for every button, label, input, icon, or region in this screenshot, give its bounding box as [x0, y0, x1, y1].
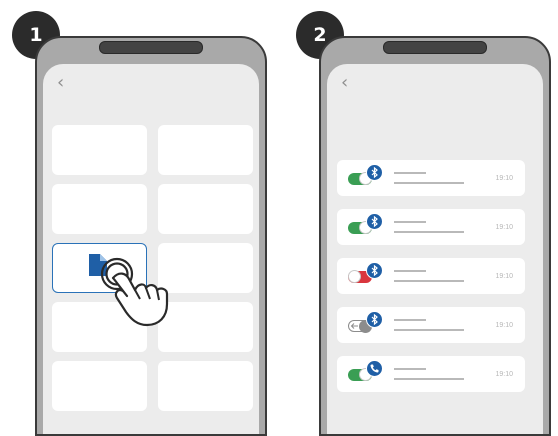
device-row[interactable]: 19:10 [337, 307, 525, 343]
grid-tile[interactable] [158, 184, 253, 234]
device-row[interactable]: 19:10 [337, 356, 525, 392]
phone-screen-grid: ‹ [43, 64, 259, 434]
device-detail-placeholder [394, 231, 464, 233]
phone-step-1: ‹ [35, 36, 267, 436]
grid-tile[interactable] [52, 184, 147, 234]
phone-speaker [99, 41, 203, 54]
bluetooth-icon [366, 164, 383, 181]
back-chevron-icon[interactable]: ‹ [341, 74, 355, 92]
device-detail-placeholder [394, 280, 464, 282]
phone-screen-device-list: ‹ 19:10 19:10 19:10 19:10 19:10 [327, 64, 543, 434]
device-time: 19:10 [495, 273, 513, 280]
bluetooth-icon [366, 262, 383, 279]
bluetooth-icon [366, 311, 383, 328]
device-detail-placeholder [394, 329, 464, 331]
grid-tile[interactable] [158, 361, 253, 411]
arrow-left-icon [350, 323, 358, 329]
back-chevron-icon[interactable]: ‹ [57, 74, 71, 92]
device-name-placeholder [394, 270, 426, 272]
device-name-placeholder [394, 368, 426, 370]
phone-step-2: ‹ 19:10 19:10 19:10 19:10 19:10 [319, 36, 551, 436]
device-name-placeholder [394, 221, 426, 223]
device-detail-placeholder [394, 378, 464, 380]
tap-hand-icon [100, 257, 169, 327]
bluetooth-icon [366, 213, 383, 230]
grid-tile[interactable] [158, 125, 253, 175]
device-row[interactable]: 19:10 [337, 160, 525, 196]
device-name-placeholder [394, 319, 426, 321]
device-time: 19:10 [495, 371, 513, 378]
device-row[interactable]: 19:10 [337, 209, 525, 245]
phone-speaker [383, 41, 487, 54]
device-time: 19:10 [495, 224, 513, 231]
device-row[interactable]: 19:10 [337, 258, 525, 294]
grid-tile[interactable] [52, 125, 147, 175]
device-time: 19:10 [495, 175, 513, 182]
toggle-knob [348, 270, 361, 283]
grid-tile[interactable] [52, 361, 147, 411]
phone-icon [366, 360, 383, 377]
device-name-placeholder [394, 172, 426, 174]
device-time: 19:10 [495, 322, 513, 329]
device-detail-placeholder [394, 182, 464, 184]
